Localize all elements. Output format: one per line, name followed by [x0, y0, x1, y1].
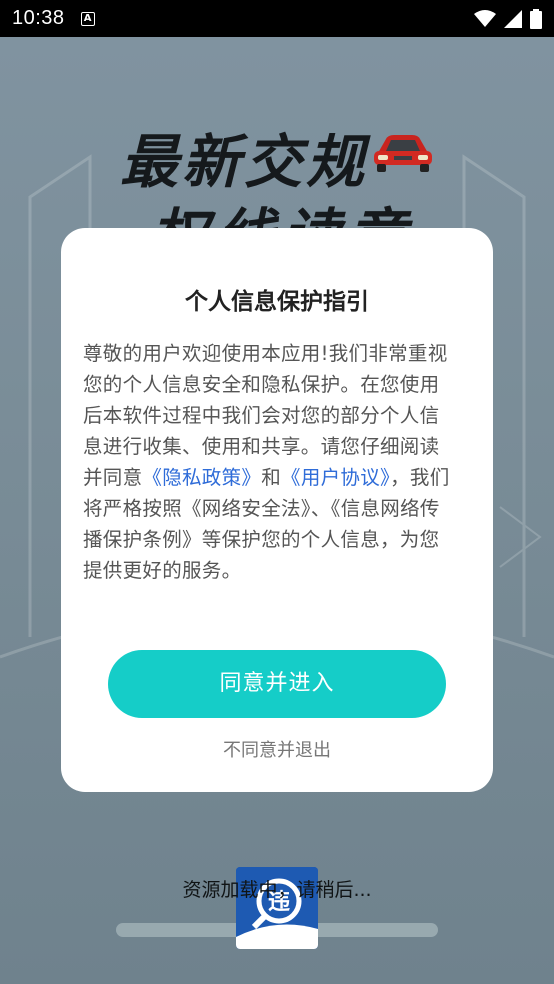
status-time: 10:38 — [12, 7, 65, 29]
disagree-button[interactable]: 不同意并退出 — [61, 736, 493, 762]
signal-icon — [504, 9, 522, 28]
dialog-body: 尊敬的用户欢迎使用本应用!我们非常重视您的个人信息安全和隐私保护。在您使用后本软… — [83, 338, 453, 586]
privacy-policy-link[interactable]: 《隐私政策》 — [142, 466, 261, 489]
loading-text: 资源加载中，请稍后... — [182, 879, 372, 901]
notification-a-icon: A — [80, 11, 95, 26]
dialog-title: 个人信息保护指引 — [185, 289, 369, 315]
agree-button[interactable]: 同意并进入 — [108, 650, 446, 718]
user-agreement-link[interactable]: 《用户协议》 — [281, 466, 390, 489]
battery-icon — [530, 8, 542, 29]
status-bar: 10:38 A — [0, 0, 554, 37]
privacy-dialog: 个人信息保护指引 尊敬的用户欢迎使用本应用!我们非常重视您的个人信息安全和隐私保… — [61, 228, 493, 792]
car-icon — [374, 135, 432, 172]
status-icons — [474, 8, 542, 29]
wifi-icon — [474, 9, 496, 27]
splash-title-line1: 最新交规 — [120, 128, 369, 196]
dialog-body-and: 和 — [261, 466, 282, 489]
